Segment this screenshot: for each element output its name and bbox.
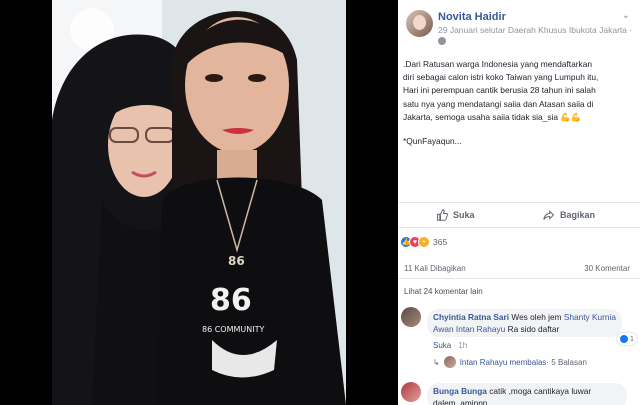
post-photo[interactable]: 86 86 86 COMMUNITY xyxy=(52,0,346,405)
action-bar: Suka Bagikan xyxy=(398,202,640,228)
photo-image: 86 86 86 COMMUNITY xyxy=(52,0,346,405)
commenter-avatar[interactable] xyxy=(401,382,421,402)
shirt-number: 86 xyxy=(210,283,252,318)
comment-text: Ra sido daftar xyxy=(505,324,560,334)
share-icon xyxy=(543,210,555,220)
share-label: Bagikan xyxy=(560,210,596,220)
comment-author[interactable]: Chyintia Ratna Sari xyxy=(433,312,509,322)
author-name[interactable]: Novita Haidir xyxy=(438,11,506,23)
divider xyxy=(398,278,640,279)
reaction-count: 365 xyxy=(433,237,448,247)
reply-arrow-icon: ↳ xyxy=(433,357,440,367)
comment-actions: Suka · 1h xyxy=(433,341,468,350)
post-panel: Novita Haidir 29 Januari selutar Daerah … xyxy=(398,0,640,405)
shirt-text: 86 COMMUNITY xyxy=(202,325,264,334)
wow-reaction-icon: • xyxy=(418,236,430,248)
comment-like-link[interactable]: Suka xyxy=(433,341,451,350)
globe-icon xyxy=(438,37,446,45)
comment-time[interactable]: 1h xyxy=(458,341,467,350)
view-more-comments[interactable]: Lihat 24 komentar lain xyxy=(404,287,483,296)
photo-viewer: 86 86 86 COMMUNITY Novita Haidir 29 Janu… xyxy=(0,0,640,405)
post-text: .Dari Ratusan warga Indonesia yang menda… xyxy=(403,58,635,124)
post-line: .Dari Ratusan warga Indonesia yang menda… xyxy=(403,59,593,69)
post-header: Novita Haidir 29 Januari selutar Daerah … xyxy=(398,0,640,50)
post-hashtag: *QunFayaqun... xyxy=(403,136,462,146)
comment-bubble: Bunga Bunga catik ,moga cantikaya luwar … xyxy=(427,383,627,405)
like-label: Suka xyxy=(453,210,475,220)
comment-text: Wes oleh jem xyxy=(509,312,564,322)
like-button[interactable]: Suka xyxy=(436,209,475,221)
reply-count: · 5 Balasan xyxy=(546,357,587,367)
share-count[interactable]: 11 Kali Dibagikan xyxy=(404,264,466,273)
post-stats: 11 Kali Dibagikan 30 Komentar xyxy=(404,264,630,273)
author-avatar[interactable] xyxy=(406,10,433,37)
thumbs-up-icon xyxy=(437,209,448,221)
comment-like-badge[interactable]: 1 xyxy=(617,333,637,345)
post-line: satu nya yang mendatangi saiia dan Atasa… xyxy=(403,98,594,109)
reactions-summary[interactable]: 👍 ♥ • 365 xyxy=(400,236,447,248)
photo-area[interactable]: 86 86 86 COMMUNITY xyxy=(0,0,398,405)
reply-avatar xyxy=(443,356,456,368)
comment-count[interactable]: 30 Komentar xyxy=(584,264,630,273)
comment-like-count: 1 xyxy=(630,335,634,343)
share-button[interactable]: Bagikan xyxy=(543,209,595,221)
reply-author: Intan Rahayu membalas xyxy=(459,357,547,367)
comment-bubble: Chyintia Ratna Sari Wes oleh jem Shanty … xyxy=(427,309,622,337)
chevron-down-icon[interactable]: ⌄ xyxy=(622,10,630,21)
like-reaction-icon xyxy=(620,335,628,343)
pendant-text: 86 xyxy=(228,254,245,268)
post-meta[interactable]: 29 Januari selutar Daerah Khusus Ibukota… xyxy=(438,25,632,35)
post-line: Jakarta, semoga usaha saiia tidak sia_si… xyxy=(403,111,582,122)
post-line: Hari ini perempuan cantik berusia 28 tah… xyxy=(403,85,596,96)
post-line: diri sebagai calon istri koko Taiwan yan… xyxy=(403,72,599,83)
comment-author[interactable]: Bunga Bunga xyxy=(433,386,487,396)
reply-summary[interactable]: ↳ Intan Rahayu membalas · 5 Balasan xyxy=(433,356,587,368)
commenter-avatar[interactable] xyxy=(401,307,421,327)
